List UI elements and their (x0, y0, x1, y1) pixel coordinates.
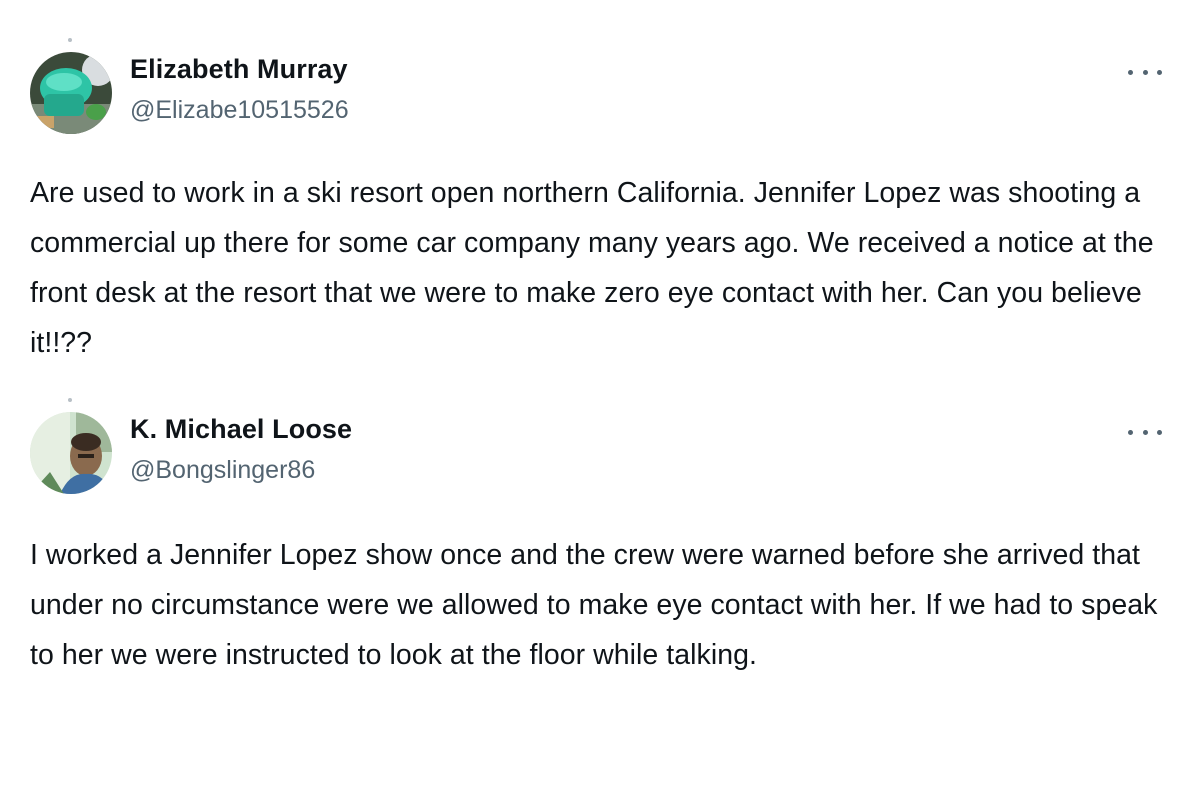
tweet-text: Are used to work in a ski resort open no… (30, 177, 1154, 359)
ellipsis-dot (1128, 429, 1133, 435)
ellipsis-dot (1128, 69, 1133, 75)
decorative-dot (68, 38, 72, 42)
ellipsis-dot (1157, 429, 1162, 435)
author-handle[interactable]: @Elizabe10515526 (130, 96, 349, 125)
author-name[interactable]: K. Michael Loose (130, 414, 352, 445)
more-options-ellipsis-icon[interactable] (1128, 64, 1162, 80)
more-options-ellipsis-icon[interactable] (1128, 424, 1162, 440)
tweet-text: I worked a Jennifer Lopez show once and … (30, 539, 1158, 671)
decorative-dot (68, 398, 72, 402)
green-cup-photo-avatar-icon (30, 52, 112, 134)
user-avatar[interactable] (30, 52, 112, 134)
ellipsis-dot (1142, 429, 1148, 435)
man-selfie-photo-avatar-icon (30, 412, 112, 494)
author-handle[interactable]: @Bongslinger86 (130, 456, 315, 485)
ellipsis-dot (1142, 69, 1148, 75)
ellipsis-dot (1157, 69, 1162, 75)
user-avatar[interactable] (30, 412, 112, 494)
author-name[interactable]: Elizabeth Murray (130, 54, 348, 85)
